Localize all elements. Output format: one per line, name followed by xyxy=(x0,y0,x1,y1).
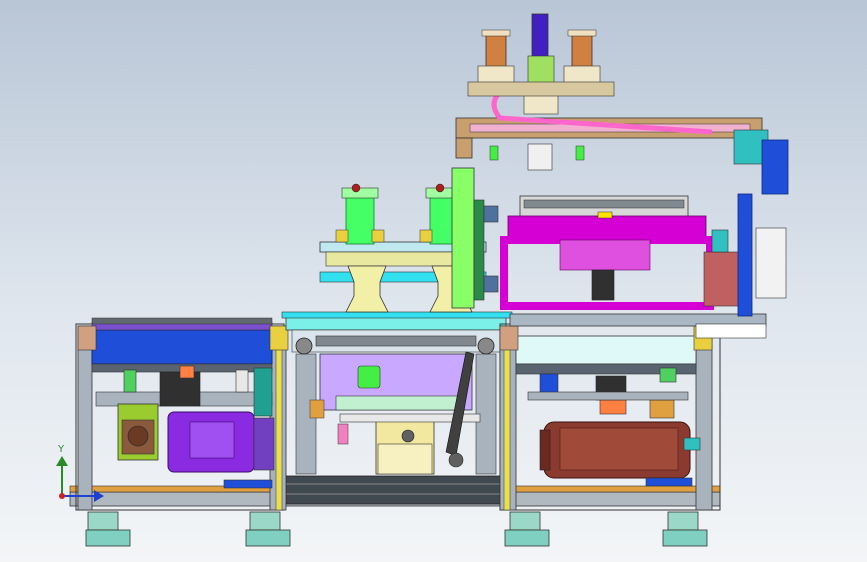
left-cabinet xyxy=(75,321,289,511)
pedestal-left xyxy=(345,265,389,313)
magenta-fixture xyxy=(500,195,747,310)
machine-assembly-drawing: Y xyxy=(56,13,789,547)
leveling-foot-1 xyxy=(85,511,131,547)
base-frame xyxy=(69,475,721,507)
right-brown-motor xyxy=(539,421,691,479)
pick-head-right xyxy=(563,29,601,85)
green-cylinder-left xyxy=(335,183,385,245)
leveling-foot-2 xyxy=(245,511,291,547)
leveling-foot-4 xyxy=(662,511,708,547)
left-gear-motor xyxy=(117,403,275,473)
axis-y-label: Y xyxy=(57,444,65,455)
pick-head-left xyxy=(477,29,515,85)
pedestal-stations xyxy=(319,167,499,313)
cad-viewport[interactable]: Y xyxy=(0,0,867,562)
leveling-feet xyxy=(85,511,708,547)
leveling-foot-3 xyxy=(504,511,550,547)
center-module xyxy=(281,311,513,475)
right-cabinet xyxy=(499,323,721,511)
